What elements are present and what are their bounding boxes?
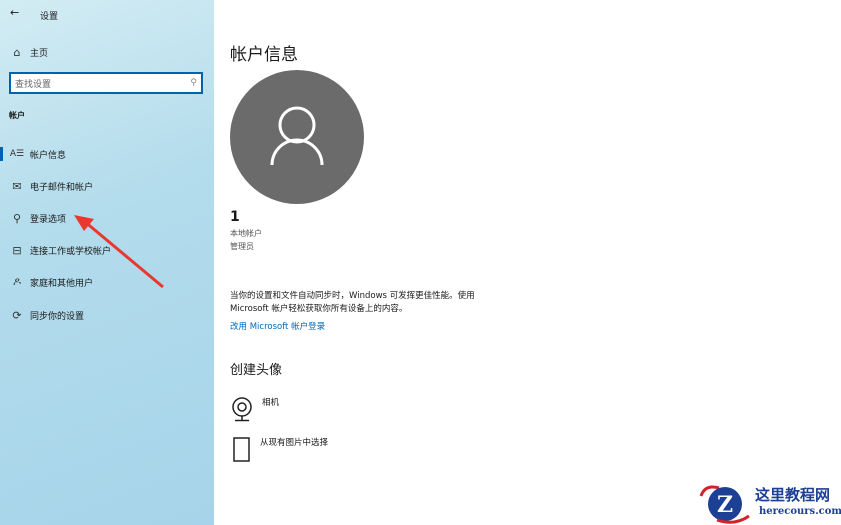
create-avatar-heading: 创建头像 (230, 363, 283, 378)
home-label: 主页 (30, 48, 49, 59)
section-heading: 帐户 (9, 111, 25, 120)
avatar (230, 70, 364, 204)
sidebar-item-home[interactable]: ⌂ 主页 (0, 39, 214, 65)
camera-button[interactable]: 相机 (230, 396, 279, 422)
sidebar-item-email[interactable]: ✉ 电子邮件和帐户 (0, 173, 214, 199)
sidebar-item-account-info[interactable]: A☰ 帐户信息 (0, 141, 214, 167)
account-info-icon: A☰ (9, 149, 25, 159)
nav-label: 帐户信息 (30, 150, 67, 161)
camera-icon (232, 397, 252, 422)
main-content: 帐户信息 1 本地帐户 管理员 当你的设置和文件自动同步时，Windows 可发… (214, 0, 841, 525)
browse-label: 从现有图片中选择 (260, 438, 329, 448)
watermark-logo: Z 这里教程网 herecours.com (695, 480, 841, 525)
account-role: 管理员 (230, 242, 254, 251)
sidebar-item-sync[interactable]: ⟳ 同步你的设置 (0, 302, 214, 328)
search-input[interactable]: 查找设置 ⚲ (9, 72, 203, 94)
home-icon: ⌂ (13, 45, 21, 59)
user-icon (270, 106, 324, 166)
camera-label: 相机 (262, 398, 280, 408)
user-name: 1 (230, 209, 240, 225)
briefcase-icon: ⊟ (12, 243, 22, 257)
nav-label: 同步你的设置 (30, 311, 85, 322)
account-type: 本地帐户 (230, 229, 262, 238)
browse-picture-button[interactable]: 从现有图片中选择 (233, 436, 328, 462)
picture-file-icon (233, 437, 250, 462)
nav-label: 登录选项 (30, 214, 67, 225)
person-icon: ዶ (12, 275, 22, 288)
back-arrow-icon[interactable]: ← (10, 6, 19, 19)
microsoft-signin-link[interactable]: 改用 Microsoft 帐户登录 (230, 320, 325, 332)
watermark-name: 这里教程网 (755, 486, 831, 504)
mail-icon: ✉ (12, 179, 22, 193)
red-annotation-arrow (74, 215, 164, 289)
search-placeholder: 查找设置 (15, 79, 52, 90)
watermark-url: herecours.com (759, 506, 841, 517)
description-line: Microsoft 帐户轻松获取你所有设备上的内容。 (230, 304, 408, 314)
sync-icon: ⟳ (12, 308, 22, 322)
logo-z-icon: Z (699, 485, 750, 524)
page-title: 帐户信息 (230, 45, 298, 65)
description-line: 当你的设置和文件自动同步时，Windows 可发挥更佳性能。使用 (230, 291, 475, 301)
sync-description: 当你的设置和文件自动同步时，Windows 可发挥更佳性能。使用 Microso… (230, 290, 530, 316)
search-icon: ⚲ (190, 78, 197, 88)
window-title: 设置 (40, 12, 59, 22)
svg-text:Z: Z (717, 492, 733, 518)
key-icon: ⚲ (12, 211, 22, 225)
nav-label: 电子邮件和帐户 (30, 182, 94, 193)
